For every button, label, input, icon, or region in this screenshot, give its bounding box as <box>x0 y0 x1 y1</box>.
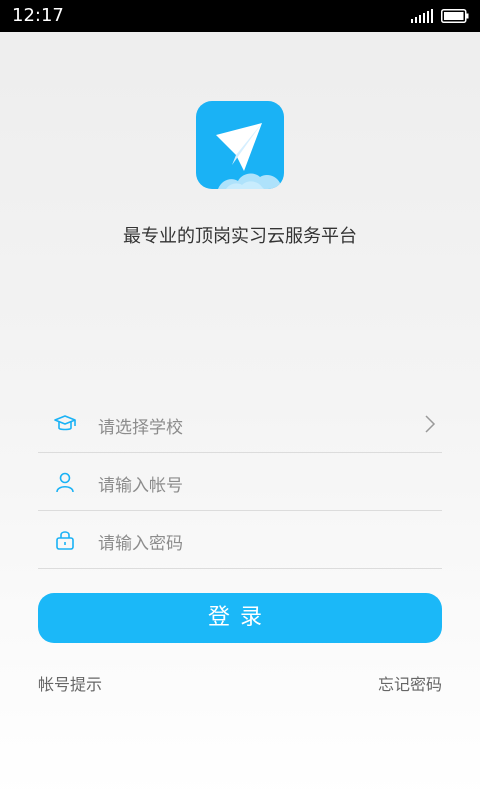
graduation-cap-icon <box>54 415 76 431</box>
school-placeholder: 请选择学校 <box>98 418 183 438</box>
password-field[interactable]: 请输入密码 <box>38 511 442 569</box>
school-select[interactable]: 请选择学校 <box>38 395 442 453</box>
status-time: 12:17 <box>12 5 64 26</box>
signal-icon <box>411 9 433 23</box>
forgot-password-link[interactable]: 忘记密码 <box>378 671 442 695</box>
account-field[interactable]: 请输入帐号 <box>38 453 442 511</box>
password-input[interactable]: 请输入密码 <box>98 529 183 554</box>
paper-plane-icon <box>216 123 284 189</box>
login-button[interactable]: 登录 <box>38 593 442 643</box>
app-logo <box>196 101 284 189</box>
user-icon <box>56 472 74 493</box>
status-bar: 12:17 <box>0 0 480 32</box>
battery-icon <box>441 9 469 23</box>
login-form: 请选择学校 请输入帐号 请输入密码 <box>38 395 442 569</box>
app-slogan: 最专业的顶岗实习云服务平台 <box>123 226 357 247</box>
lock-icon <box>56 531 74 550</box>
account-input[interactable]: 请输入帐号 <box>98 471 183 496</box>
account-hint-link[interactable]: 帐号提示 <box>38 671 102 695</box>
chevron-right-icon <box>425 415 436 433</box>
